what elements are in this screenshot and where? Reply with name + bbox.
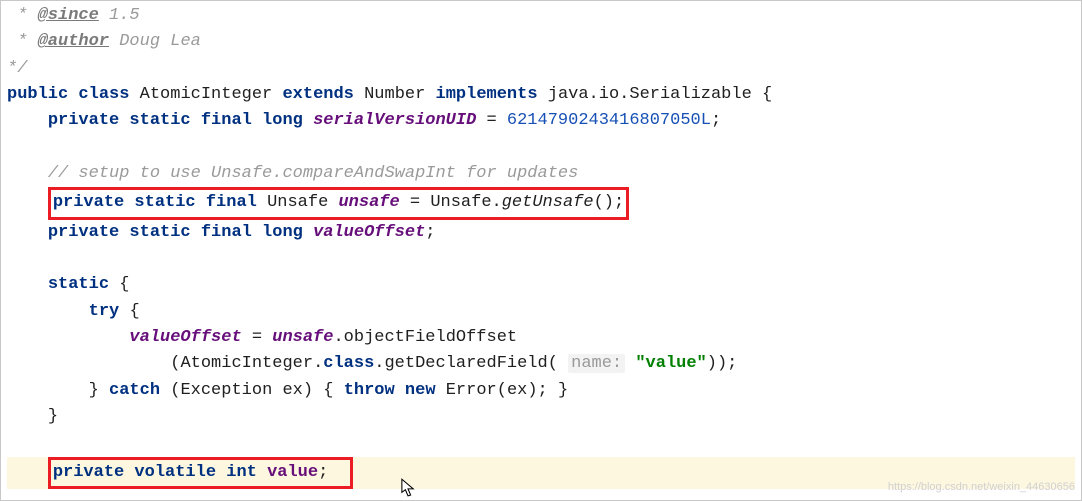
static-block-close: } (7, 404, 1075, 430)
javadoc-author-value: Doug Lea (119, 32, 201, 51)
class-name: AtomicInteger (140, 85, 273, 104)
valueoffset-declaration: private static final long valueOffset; (7, 220, 1075, 246)
highlight-box: private volatile int value; (48, 457, 353, 489)
field-value: value (267, 463, 318, 482)
string-literal: "value" (635, 354, 706, 373)
blank-line (7, 246, 1075, 272)
field-serialversionuid: serialVersionUID (313, 111, 476, 130)
offset-assignment-continued: (AtomicInteger.class.getDeclaredField( n… (7, 351, 1075, 377)
field-valueoffset: valueOffset (313, 223, 425, 242)
field-unsafe: unsafe (338, 193, 399, 212)
catch-line: } catch (Exception ex) { throw new Error… (7, 378, 1075, 404)
watermark-text: https://blog.csdn.net/weixin_44630656 (888, 479, 1075, 496)
code-block: * @since 1.5 * @author Doug Lea */ publi… (1, 1, 1081, 491)
javadoc-since-value: 1.5 (109, 6, 140, 25)
method-getdeclaredfield: getDeclaredField (384, 354, 547, 373)
static-block-open: static { (7, 272, 1075, 298)
parameter-hint: name: (568, 354, 625, 373)
method-objectfieldoffset: objectFieldOffset (344, 328, 517, 347)
blank-line (7, 135, 1075, 161)
error-class: Error (446, 381, 497, 400)
serial-value: 6214790243416807050L (507, 111, 711, 130)
try-open: try { (7, 299, 1075, 325)
blank-line (7, 431, 1075, 457)
offset-assignment: valueOffset = unsafe.objectFieldOffset (7, 325, 1075, 351)
javadoc-author-tag: @author (38, 32, 109, 51)
code-line: * @since 1.5 (7, 3, 1075, 29)
highlight-box: private static final Unsafe unsafe = Uns… (48, 187, 629, 219)
javadoc-since-tag: @since (38, 6, 99, 25)
setup-comment: // setup to use Unsafe.compareAndSwapInt… (7, 161, 1075, 187)
method-getunsafe: getUnsafe (502, 193, 594, 212)
unsafe-declaration-line: private static final Unsafe unsafe = Uns… (7, 187, 1075, 219)
serial-version-field: private static final long serialVersionU… (7, 108, 1075, 134)
class-declaration: public class AtomicInteger extends Numbe… (7, 82, 1075, 108)
code-line: * @author Doug Lea (7, 29, 1075, 55)
code-line: */ (7, 56, 1075, 82)
